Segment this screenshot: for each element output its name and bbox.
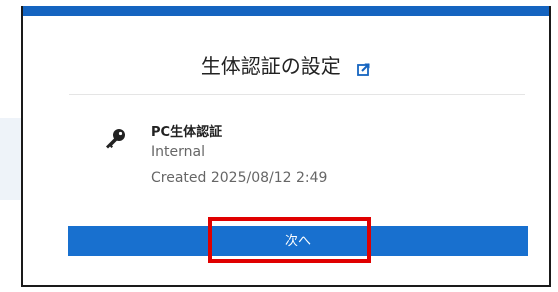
credential-type: Internal [151, 144, 205, 160]
background-panel-edge [0, 118, 21, 200]
dialog-top-accent-bar [23, 6, 549, 16]
credential-name: PC生体認証 [151, 125, 223, 140]
biometric-setup-dialog: 生体認証の設定 PC生体認証 Internal Created 2025/08/… [21, 6, 551, 287]
dialog-header: 生体認証の設定 [23, 50, 549, 79]
dialog-title: 生体認証の設定 [200, 54, 341, 78]
external-link-icon[interactable] [357, 57, 371, 76]
key-icon [103, 128, 127, 150]
next-button[interactable]: 次へ [68, 226, 528, 256]
credential-created-date: Created 2025/08/12 2:49 [151, 170, 328, 186]
header-divider [69, 94, 525, 95]
